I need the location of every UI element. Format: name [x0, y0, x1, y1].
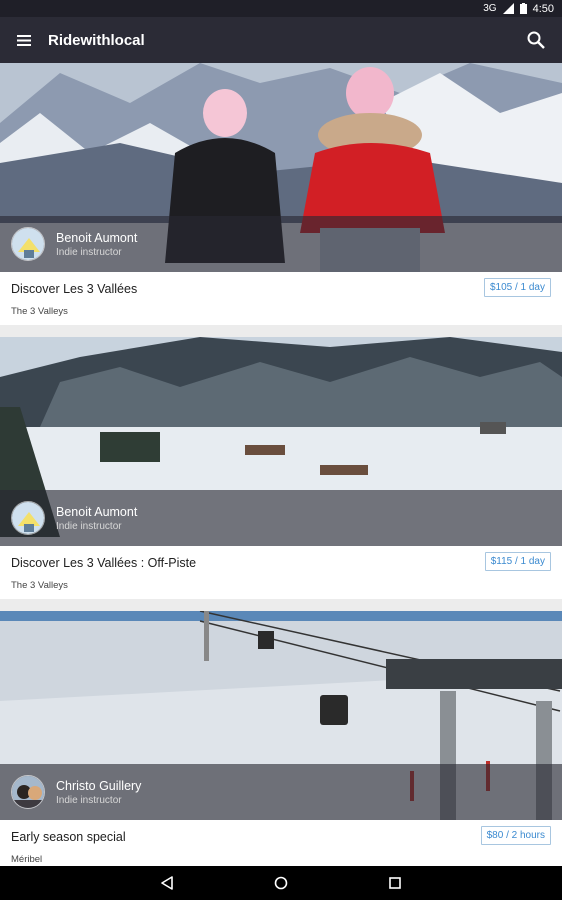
- instructor-role: Indie instructor: [56, 794, 122, 806]
- listing-title: Discover Les 3 Vallées: [11, 282, 138, 296]
- instructor-overlay: Christo Guillery Indie instructor: [0, 764, 562, 820]
- price-badge: $105 / 1 day: [483, 278, 551, 297]
- listing-photo: Benoit Aumont Indie instructor: [0, 337, 562, 546]
- battery-icon: [519, 3, 527, 14]
- search-button[interactable]: [510, 17, 562, 63]
- listing-photo: Christo Guillery Indie instructor: [0, 611, 562, 820]
- app-title: Ridewithlocal: [48, 31, 145, 49]
- card-body: Early season special Méribel $80 / 2 hou…: [0, 820, 562, 866]
- listing-location: Méribel: [11, 854, 43, 865]
- listing-title: Discover Les 3 Vallées : Off-Piste: [11, 556, 197, 570]
- instructor-name[interactable]: Benoit Aumont: [56, 505, 137, 519]
- instructor-name[interactable]: Benoit Aumont: [56, 231, 137, 245]
- listing-title: Early season special: [11, 830, 126, 844]
- system-nav-bar: [0, 866, 562, 900]
- recents-button[interactable]: [338, 866, 452, 900]
- menu-button[interactable]: [0, 17, 48, 63]
- clock: 4:50: [532, 2, 554, 15]
- listing-photo: Benoit Aumont Indie instructor: [0, 63, 562, 272]
- card-body: Discover Les 3 Vallées The 3 Valleys $10…: [0, 272, 562, 325]
- listing-location: The 3 Valleys: [11, 306, 68, 317]
- home-button[interactable]: [224, 866, 338, 900]
- listing-card[interactable]: Benoit Aumont Indie instructor Discover …: [0, 337, 562, 599]
- instructor-role: Indie instructor: [56, 520, 122, 532]
- listing-feed[interactable]: Benoit Aumont Indie instructor Discover …: [0, 63, 562, 866]
- price-badge: $80 / 2 hours: [480, 826, 551, 845]
- app-bar: Ridewithlocal: [0, 17, 562, 63]
- instructor-overlay: Benoit Aumont Indie instructor: [0, 490, 562, 546]
- instructor-overlay: Benoit Aumont Indie instructor: [0, 216, 562, 272]
- card-body: Discover Les 3 Vallées : Off-Piste The 3…: [0, 546, 562, 599]
- instructor-avatar[interactable]: [11, 501, 45, 535]
- listing-card[interactable]: Benoit Aumont Indie instructor Discover …: [0, 63, 562, 325]
- listing-location: The 3 Valleys: [11, 580, 68, 591]
- back-triangle-icon: [161, 876, 173, 890]
- back-button[interactable]: [110, 866, 224, 900]
- status-bar: 3G 4:50: [0, 0, 562, 17]
- price-badge: $115 / 1 day: [484, 552, 551, 571]
- listing-card[interactable]: Christo Guillery Indie instructor Early …: [0, 611, 562, 866]
- signal-icon: [502, 3, 514, 14]
- instructor-avatar[interactable]: [11, 775, 45, 809]
- instructor-avatar[interactable]: [11, 227, 45, 261]
- home-circle-icon: [274, 876, 288, 890]
- network-type: 3G: [483, 3, 497, 14]
- recents-square-icon: [389, 877, 401, 889]
- hamburger-menu-icon: [17, 34, 31, 46]
- instructor-role: Indie instructor: [56, 246, 122, 258]
- search-icon: [527, 31, 545, 49]
- instructor-name[interactable]: Christo Guillery: [56, 779, 141, 793]
